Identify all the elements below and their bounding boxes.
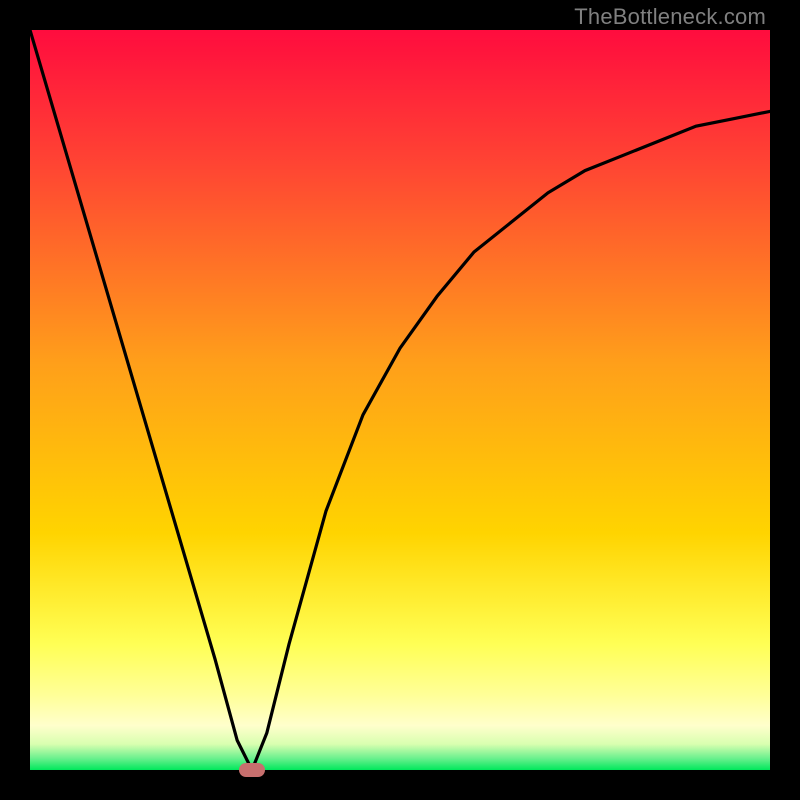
optimum-marker xyxy=(239,763,265,777)
bottleneck-curve xyxy=(30,30,770,770)
chart-frame xyxy=(30,30,770,770)
watermark-text: TheBottleneck.com xyxy=(574,4,766,30)
